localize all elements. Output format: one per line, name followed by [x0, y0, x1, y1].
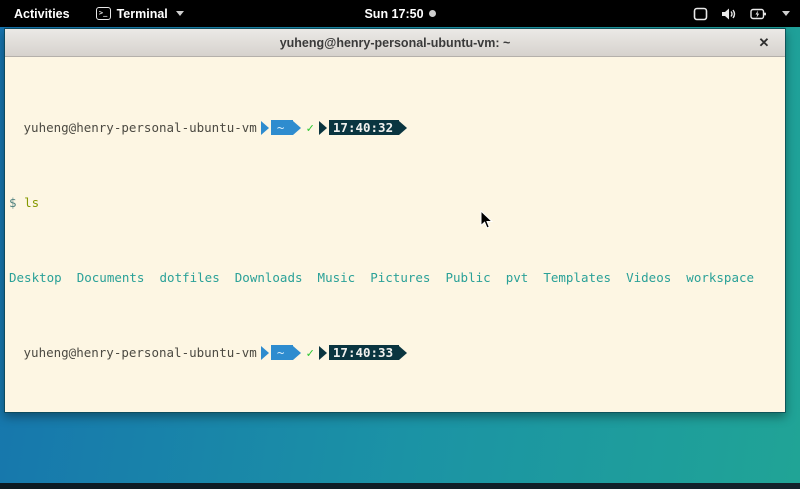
- terminal-icon: >_: [96, 7, 111, 20]
- app-menu-terminal[interactable]: >_ Terminal: [92, 0, 188, 27]
- prompt-symbol: $: [5, 195, 17, 210]
- prompt-line-2: yuheng@henry-personal-ubuntu-vm ~ ✓ 17:4…: [5, 345, 785, 360]
- ls-output: Desktop Documents dotfiles Downloads Mus…: [5, 270, 785, 285]
- status-check-icon: ✓: [301, 345, 319, 360]
- window-title: yuheng@henry-personal-ubuntu-vm: ~: [280, 36, 511, 50]
- gnome-top-bar: Activities >_ Terminal Sun 17:50: [0, 0, 800, 27]
- prompt-path: ~: [271, 120, 294, 135]
- command-line: $ ls: [5, 195, 785, 210]
- prompt-user: yuheng@henry-personal-ubuntu-vm: [5, 120, 257, 135]
- chevron-down-icon: [176, 11, 184, 16]
- system-menu-chevron-icon: [782, 11, 790, 16]
- terminal-window: yuheng@henry-personal-ubuntu-vm: ~ ✕ yuh…: [4, 28, 786, 413]
- powerline-time-segment: 17:40:32: [319, 120, 407, 135]
- powerline-time-segment: 17:40:33: [319, 345, 407, 360]
- screen-bottom-strip: [0, 483, 800, 489]
- screen-share-icon: [693, 7, 708, 21]
- close-button[interactable]: ✕: [755, 34, 773, 52]
- clock-label: Sun 17:50: [364, 7, 423, 21]
- clock-menu[interactable]: Sun 17:50: [364, 7, 435, 21]
- recording-indicator-icon: [429, 10, 436, 17]
- prompt-line-1: yuheng@henry-personal-ubuntu-vm ~ ✓ 17:4…: [5, 120, 785, 135]
- volume-icon: [721, 7, 737, 21]
- status-check-icon: ✓: [301, 120, 319, 135]
- activities-label: Activities: [14, 7, 70, 21]
- prompt-user: yuheng@henry-personal-ubuntu-vm: [5, 345, 257, 360]
- app-menu-label: Terminal: [117, 7, 168, 21]
- powerline-path-segment: ~: [261, 345, 302, 360]
- activities-button[interactable]: Activities: [10, 0, 74, 27]
- window-titlebar[interactable]: yuheng@henry-personal-ubuntu-vm: ~ ✕: [5, 29, 785, 57]
- terminal-content[interactable]: yuheng@henry-personal-ubuntu-vm ~ ✓ 17:4…: [5, 57, 785, 412]
- entered-command: ls: [24, 195, 39, 210]
- prompt-time: 17:40:33: [329, 345, 399, 360]
- battery-charging-icon: [750, 7, 767, 21]
- powerline-path-segment: ~: [261, 120, 302, 135]
- mouse-cursor-icon: [480, 210, 494, 230]
- system-status-area[interactable]: [436, 7, 800, 21]
- prompt-path: ~: [271, 345, 294, 360]
- prompt-time: 17:40:32: [329, 120, 399, 135]
